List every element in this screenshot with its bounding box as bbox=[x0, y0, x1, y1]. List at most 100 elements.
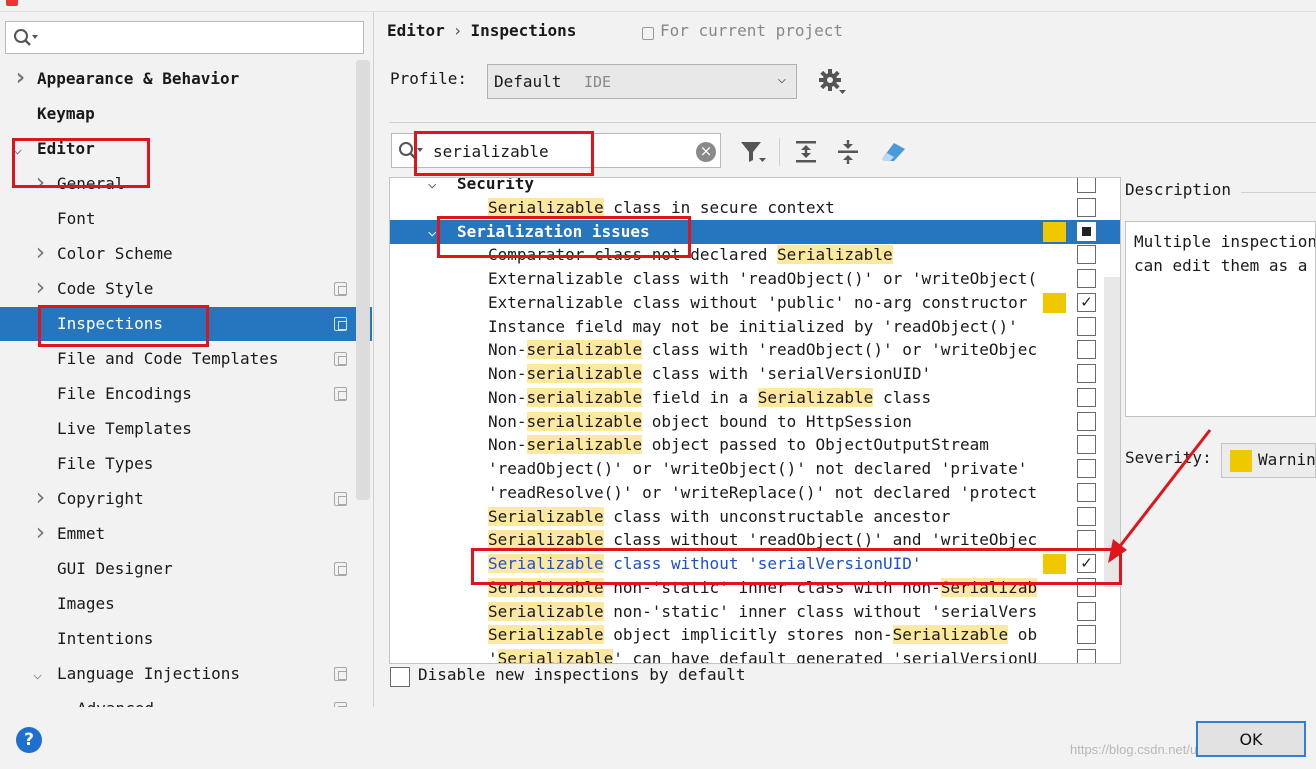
inspection-item[interactable]: Serializable class with unconstructable … bbox=[390, 505, 1120, 529]
inspection-item[interactable]: Instance field may not be initialized by… bbox=[390, 315, 1120, 339]
expand-all-icon[interactable] bbox=[795, 139, 819, 165]
inspection-search-input[interactable] bbox=[433, 139, 683, 163]
chevron-right-icon[interactable]: › bbox=[33, 165, 47, 199]
description-box: Multiple inspections are selected. You c… bbox=[1125, 221, 1316, 417]
inspection-item[interactable]: Externalizable class without 'public' no… bbox=[390, 291, 1120, 315]
sidebar-item-label: Keymap bbox=[37, 104, 95, 123]
profile-dropdown[interactable]: Default IDE ⌵ bbox=[487, 64, 797, 99]
sidebar-item-appearance-behavior[interactable]: › Appearance & Behavior bbox=[0, 62, 356, 96]
inspection-item[interactable]: 'readObject()' or 'writeObject()' not de… bbox=[390, 457, 1120, 481]
disable-new-inspections-checkbox[interactable] bbox=[390, 667, 410, 687]
chevron-right-icon[interactable]: › bbox=[33, 480, 47, 514]
sidebar-item-copyright[interactable]: › Copyright bbox=[0, 482, 356, 516]
inspection-scrollbar[interactable] bbox=[1104, 277, 1120, 587]
inspection-enabled-checkbox[interactable]: ✓ bbox=[1077, 554, 1096, 573]
gear-icon[interactable] bbox=[819, 68, 847, 96]
inspection-item[interactable]: Non-serializable field in a Serializable… bbox=[390, 386, 1120, 410]
sidebar-item-inspections[interactable]: Inspections bbox=[0, 307, 372, 341]
inspection-enabled-checkbox[interactable] bbox=[1077, 601, 1096, 621]
chevron-down-icon[interactable]: ⌵ bbox=[428, 178, 436, 196]
sidebar-scrollbar[interactable] bbox=[356, 60, 370, 500]
sidebar-item-live-templates[interactable]: Live Templates bbox=[0, 412, 356, 446]
sidebar-item-code-style[interactable]: › Code Style bbox=[0, 272, 356, 306]
inspection-item[interactable]: Serializable class without 'serialVersio… bbox=[390, 552, 1120, 576]
chevron-down-icon[interactable]: ⌵ bbox=[13, 132, 22, 166]
sidebar-item-intentions[interactable]: Intentions bbox=[0, 622, 356, 656]
inspection-enabled-checkbox[interactable] bbox=[1077, 625, 1096, 645]
inspection-enabled-checkbox[interactable] bbox=[1077, 435, 1096, 455]
sidebar-item-language-injections[interactable]: ⌵ Language Injections bbox=[0, 657, 356, 691]
chevron-right-icon[interactable]: › bbox=[13, 60, 27, 94]
inspection-item[interactable]: Non-serializable object bound to HttpSes… bbox=[390, 410, 1120, 434]
inspection-enabled-checkbox[interactable] bbox=[1077, 649, 1096, 663]
inspection-enabled-checkbox[interactable] bbox=[1077, 221, 1096, 241]
breadcrumb-separator: › bbox=[452, 21, 463, 40]
chevron-right-icon[interactable]: › bbox=[33, 235, 47, 269]
sidebar-item-file-and-code-templates[interactable]: File and Code Templates bbox=[0, 342, 356, 376]
inspection-enabled-checkbox[interactable] bbox=[1077, 316, 1096, 336]
sidebar-item-advanced[interactable]: Advanced bbox=[0, 692, 356, 707]
filter-icon[interactable] bbox=[739, 139, 767, 165]
inspection-enabled-checkbox[interactable] bbox=[1077, 506, 1096, 526]
sidebar-search-input[interactable] bbox=[42, 26, 352, 50]
inspection-item[interactable]: Serializable class in secure context bbox=[390, 196, 1120, 220]
sidebar-item-file-types[interactable]: File Types bbox=[0, 447, 356, 481]
ok-button[interactable]: OK bbox=[1196, 721, 1306, 757]
inspection-enabled-checkbox[interactable] bbox=[1077, 178, 1096, 193]
inspection-enabled-checkbox[interactable] bbox=[1077, 245, 1096, 265]
sidebar-search-box[interactable] bbox=[5, 21, 364, 54]
inspection-category[interactable]: ⌵ Security bbox=[390, 178, 1120, 196]
sidebar-item-color-scheme[interactable]: › Color Scheme bbox=[0, 237, 356, 271]
inspection-enabled-checkbox[interactable] bbox=[1077, 482, 1096, 502]
inspection-enabled-checkbox[interactable]: ✓ bbox=[1077, 292, 1096, 312]
sidebar-item-emmet[interactable]: › Emmet bbox=[0, 517, 356, 551]
sidebar-item-general[interactable]: › General bbox=[0, 167, 356, 201]
severity-value: Warning bbox=[1258, 450, 1316, 469]
inspection-text-segment: Instance field may not be initialized by… bbox=[488, 316, 1018, 336]
sidebar-item-label: Intentions bbox=[57, 629, 154, 648]
inspection-item[interactable]: Non-serializable class with 'serialVersi… bbox=[390, 362, 1120, 386]
chevron-down-icon[interactable]: ⌵ bbox=[33, 657, 42, 691]
collapse-all-icon[interactable] bbox=[837, 139, 861, 165]
sidebar-item-font[interactable]: Font bbox=[0, 202, 356, 236]
inspection-enabled-checkbox[interactable] bbox=[1077, 530, 1096, 550]
inspection-enabled-checkbox[interactable] bbox=[1077, 459, 1096, 478]
inspection-item[interactable]: Externalizable class with 'readObject()'… bbox=[390, 267, 1120, 291]
inspection-item[interactable]: 'Serializable' can have default generate… bbox=[390, 647, 1120, 663]
inspection-item-label: Externalizable class without 'public' no… bbox=[488, 291, 1037, 315]
inspection-item[interactable]: Comparator class not declared Serializab… bbox=[390, 243, 1120, 267]
search-match-highlight: Serializable bbox=[488, 506, 604, 526]
inspection-enabled-checkbox[interactable] bbox=[1077, 411, 1096, 431]
clear-icon[interactable]: × bbox=[696, 142, 716, 162]
inspection-enabled-checkbox[interactable] bbox=[1077, 197, 1096, 217]
chevron-right-icon[interactable]: › bbox=[33, 270, 47, 304]
inspection-item[interactable]: 'readResolve()' or 'writeReplace()' not … bbox=[390, 481, 1120, 505]
sidebar-item-gui-designer[interactable]: GUI Designer bbox=[0, 552, 356, 586]
inspection-enabled-checkbox[interactable] bbox=[1077, 387, 1096, 407]
inspection-enabled-checkbox[interactable] bbox=[1077, 364, 1096, 383]
eraser-icon[interactable] bbox=[878, 139, 908, 165]
sidebar-item-editor[interactable]: ⌵ Editor bbox=[0, 132, 356, 166]
inspection-item[interactable]: Serializable non-'static' inner class wi… bbox=[390, 600, 1120, 624]
help-button[interactable]: ? bbox=[16, 727, 42, 753]
inspection-text-segment: class without 'readObject()' and 'writeO… bbox=[603, 530, 1037, 550]
inspection-text-segment: 'readResolve()' or 'writeReplace()' not … bbox=[488, 482, 1037, 502]
inspection-enabled-checkbox[interactable] bbox=[1077, 577, 1096, 597]
inspection-enabled-checkbox[interactable] bbox=[1077, 340, 1096, 360]
inspection-search-box[interactable]: × bbox=[391, 133, 721, 168]
sidebar-item-images[interactable]: Images bbox=[0, 587, 356, 621]
sidebar-item-keymap[interactable]: Keymap bbox=[0, 97, 356, 131]
chevron-right-icon[interactable]: › bbox=[33, 515, 47, 549]
inspection-item[interactable]: Non-serializable object passed to Object… bbox=[390, 433, 1120, 457]
inspection-enabled-checkbox[interactable] bbox=[1077, 269, 1096, 288]
inspection-item[interactable]: Serializable class without 'readObject()… bbox=[390, 528, 1120, 552]
inspection-text-segment: 'readObject()' or 'writeObject()' not de… bbox=[488, 459, 1028, 478]
inspection-item[interactable]: Non-serializable class with 'readObject(… bbox=[390, 338, 1120, 362]
inspection-category[interactable]: ⌵ Serialization issues bbox=[390, 219, 1120, 244]
sidebar-item-file-encodings[interactable]: File Encodings bbox=[0, 377, 356, 411]
chevron-down-icon[interactable]: ⌵ bbox=[428, 220, 436, 244]
severity-dropdown[interactable]: Warning bbox=[1221, 443, 1316, 478]
inspection-item[interactable]: Serializable non-'static' inner class wi… bbox=[390, 576, 1120, 600]
inspection-item[interactable]: Serializable object implicitly stores no… bbox=[390, 623, 1120, 647]
sidebar-item-label: Color Scheme bbox=[57, 244, 173, 263]
